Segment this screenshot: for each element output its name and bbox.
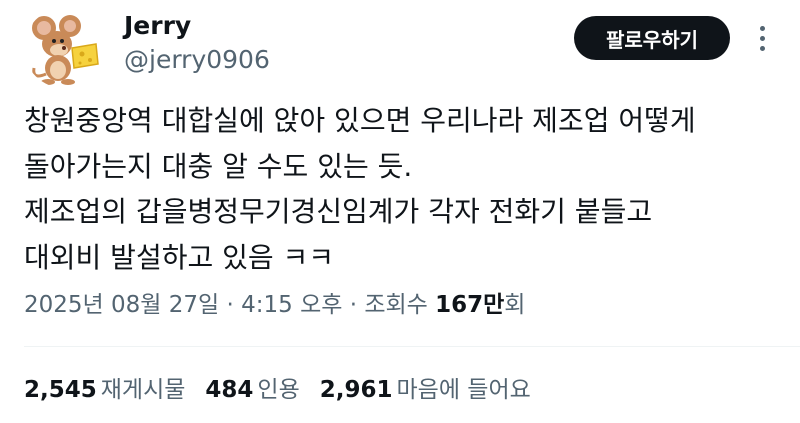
- author-handle[interactable]: @jerry0906: [124, 44, 270, 76]
- vertical-ellipsis-icon[interactable]: [746, 20, 778, 56]
- tweet-text-line: 제조업의 갑을병정무기경신임계가 각자 전화기 붙들고: [24, 195, 653, 228]
- avatar[interactable]: [24, 8, 104, 88]
- views-label: 조회수: [364, 292, 428, 318]
- tweet-text-line: 대외비 발설하고 있음 ㅋㅋ: [24, 240, 335, 274]
- views-suffix: 회: [504, 292, 526, 318]
- tweet-card: Jerry @jerry0906 팔로우하기 창원중앙역 대합실에 앉아 있으면…: [0, 0, 800, 423]
- reposts-label: 재게시물: [100, 377, 186, 403]
- jerry-mouse-with-cheese-icon: [24, 8, 104, 88]
- tweet-text-line: 돌아가는지 대충 알 수도 있는 듯.: [24, 149, 413, 183]
- tweet-time[interactable]: 4:15 오후: [241, 292, 342, 318]
- reposts-stat[interactable]: 2,545 재게시물: [24, 370, 185, 410]
- dot: [759, 25, 765, 31]
- views-count: 167만: [435, 292, 505, 318]
- quotes-stat[interactable]: 484 인용: [205, 370, 299, 410]
- dot: [759, 35, 765, 41]
- meta-separator: ·: [349, 292, 365, 318]
- meta-separator: ·: [226, 292, 242, 318]
- tweet-meta: 2025년 08월 27일 · 4:15 오후 · 조회수 167만회: [24, 285, 525, 325]
- tweet-date[interactable]: 2025년 08월 27일: [24, 292, 219, 318]
- tweet-text: 창원중앙역 대합실에 앉아 있으면 우리나라 제조업 어떻게 돌아가는지 대충 …: [24, 98, 784, 280]
- likes-label: 마음에 들어요: [396, 377, 531, 403]
- engagement-stats: 2,545 재게시물 484 인용 2,961 마음에 들어요: [24, 370, 551, 410]
- quotes-label: 인용: [257, 377, 300, 403]
- quotes-count: 484: [205, 377, 254, 403]
- divider: [24, 346, 800, 347]
- reposts-count: 2,545: [24, 377, 97, 403]
- follow-button[interactable]: 팔로우하기: [574, 16, 730, 60]
- likes-count: 2,961: [319, 377, 393, 403]
- author-name[interactable]: Jerry: [124, 10, 191, 42]
- dot: [759, 45, 765, 51]
- tweet-text-line: 창원중앙역 대합실에 앉아 있으면 우리나라 제조업 어떻게: [24, 104, 696, 137]
- likes-stat[interactable]: 2,961 마음에 들어요: [320, 370, 531, 410]
